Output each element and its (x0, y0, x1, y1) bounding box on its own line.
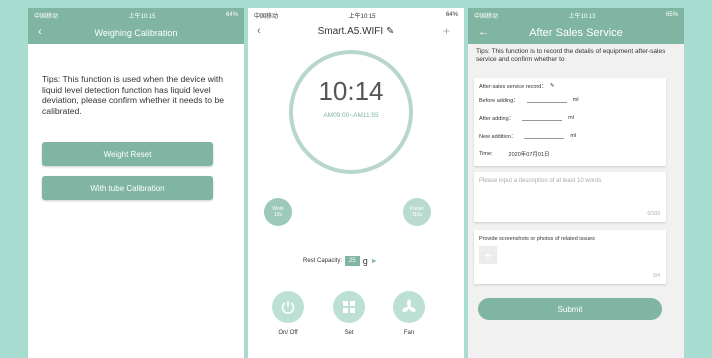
time-text: 上午10:15 (128, 13, 156, 20)
header-bar: 中国移动 上午10:13 65% ← After Sales Service (468, 8, 684, 44)
status-bar: 中国移动 上午10:15 64% (28, 8, 244, 22)
back-icon[interactable]: ‹ (38, 26, 42, 38)
phone-device-control: 中国移动 上午10:15 64% ‹ Smart.A5.WIFI ✎ + 10:… (248, 8, 464, 358)
pause-bubble[interactable]: Pause 116s (403, 198, 431, 226)
grid-icon (343, 301, 355, 313)
tip-text: Tips: This function is to record the det… (476, 48, 666, 63)
rest-unit: g (362, 256, 368, 266)
time-row: Time: 2020年07月01日 (479, 150, 550, 158)
nav-bar: ← After Sales Service (468, 22, 684, 44)
fan-label: Fan (403, 330, 415, 336)
submit-button[interactable]: Submit (478, 298, 662, 320)
rest-value: 25 (345, 256, 360, 266)
page-title: Weighing Calibration (94, 28, 178, 38)
edit-icon[interactable]: ✎ (386, 26, 394, 37)
onoff-label: On/ Off (278, 330, 298, 336)
desc-count: 0/100 (647, 211, 660, 217)
time-value[interactable]: 2020年07月01日 (509, 150, 550, 158)
before-row: Before adding： ml (479, 97, 579, 104)
battery-text: 64% (445, 12, 458, 18)
phone-weighing-calibration: 中国移动 上午10:15 64% ‹ Weighing Calibration … (28, 8, 244, 358)
chevron-right-icon[interactable]: ► (371, 258, 378, 265)
power-button[interactable] (272, 291, 304, 323)
after-row: After adding： ml (479, 115, 574, 122)
new-row: New addition： ml (479, 133, 577, 140)
fan-button[interactable] (393, 291, 425, 323)
battery-text: 65% (665, 12, 678, 18)
time-text: 上午10:15 (348, 13, 376, 20)
power-icon (281, 301, 295, 314)
work-bubble[interactable]: Work 10s (264, 198, 292, 226)
time-range: AM09:00~AM11:55 (323, 112, 379, 119)
status-bar: 中国移动 上午10:13 65% (468, 8, 684, 22)
phone-after-sales: 中国移动 上午10:13 65% ← After Sales Service T… (468, 8, 684, 358)
page-title: After Sales Service (529, 27, 623, 39)
set-label: Set (344, 330, 354, 336)
add-photo-icon[interactable]: + (479, 246, 497, 264)
set-button[interactable] (333, 291, 365, 323)
time-text: 上午10:13 (568, 13, 596, 20)
before-input[interactable] (526, 97, 567, 103)
edit-icon[interactable]: ✎ (550, 83, 555, 89)
description-input[interactable]: Please input a description of at least 1… (474, 172, 666, 222)
clock-time: 10:14 (318, 76, 384, 106)
tube-calibration-button[interactable]: With tube Calibration (42, 176, 213, 200)
status-bar: 中国移动 上午10:15 64% (248, 8, 464, 22)
rest-capacity: Rest Capacity: 25 g ► (303, 256, 378, 266)
record-card: After-sales service record： ✎ Before addi… (474, 78, 666, 166)
header-bar: 中国移动 上午10:15 64% ‹ Weighing Calibration (28, 8, 244, 44)
nav-bar: ‹ Weighing Calibration (28, 22, 244, 44)
battery-text: 64% (225, 12, 238, 18)
new-input[interactable] (524, 133, 565, 139)
carrier-text: 中国移动 (254, 13, 279, 20)
rest-label: Rest Capacity: (303, 258, 343, 264)
tip-text: Tips: This function is used when the dev… (42, 74, 225, 116)
device-title: Smart.A5.WIFI ✎ (317, 26, 395, 37)
carrier-text: 中国移动 (474, 13, 499, 20)
after-input[interactable] (522, 115, 563, 121)
add-icon[interactable]: + (443, 24, 450, 38)
photo-count: 0/4 (653, 273, 660, 279)
carrier-text: 中国移动 (34, 13, 59, 20)
back-arrow-icon[interactable]: ← (478, 26, 489, 38)
record-header: After-sales service record： ✎ (479, 83, 555, 90)
screenshots-card: Provide screenshots or photos of related… (474, 230, 666, 284)
weight-reset-button[interactable]: Weight Reset (42, 142, 213, 166)
fan-icon (402, 299, 416, 312)
